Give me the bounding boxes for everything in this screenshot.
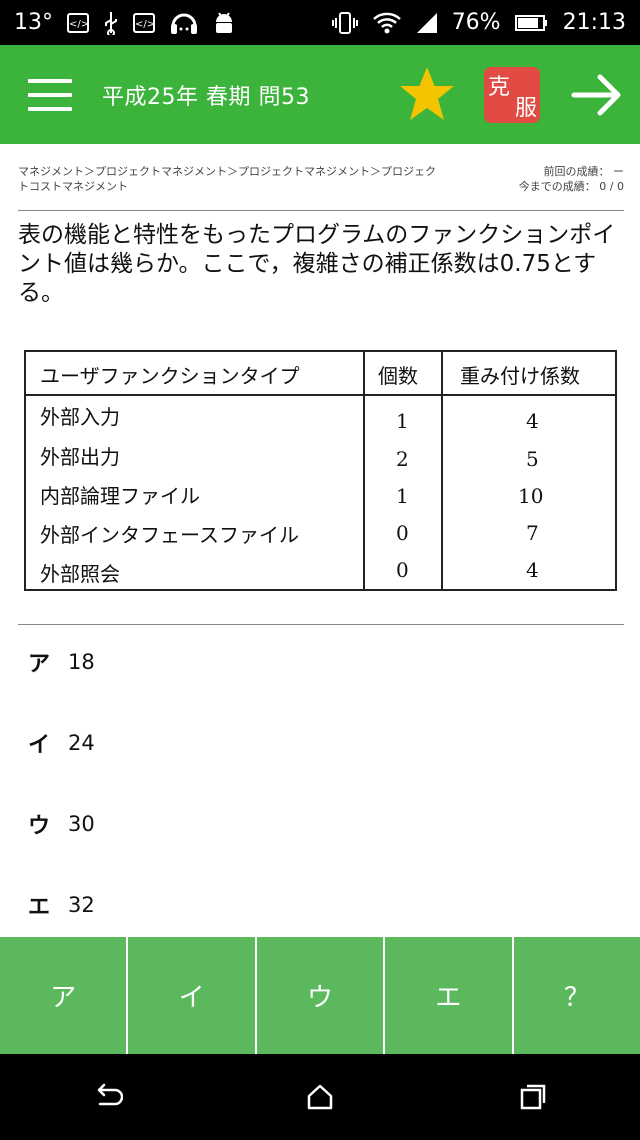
table-cell: 4 <box>526 558 539 582</box>
temperature-text: 13° <box>14 10 53 35</box>
table-cell: 1 <box>396 409 409 433</box>
table-cell: 7 <box>526 521 539 545</box>
answer-button-u[interactable]: ウ <box>256 937 384 1054</box>
choice-value: 32 <box>68 893 95 917</box>
answer-button-i[interactable]: イ <box>128 937 255 1054</box>
code-icon: </> <box>67 12 89 33</box>
recent-apps-icon[interactable] <box>517 1081 549 1113</box>
table-cell: 0 <box>396 558 409 582</box>
answer-button-bar: ア イ ウ エ ？ <box>0 937 640 1054</box>
status-bar: 13° </> </> 76% 21:13 <box>0 0 640 45</box>
app-actions: 克 服 <box>396 64 640 126</box>
previous-score: 前回の成績： ー <box>543 165 625 178</box>
status-bar-left: 13° </> </> <box>14 10 235 36</box>
score-block: 前回の成績： ー 今までの成績： 0 / 0 <box>519 164 624 210</box>
home-icon[interactable] <box>304 1081 336 1113</box>
headset-icon <box>169 10 199 36</box>
table-divider <box>441 352 443 589</box>
table-cell: 0 <box>396 521 409 545</box>
conquer-label-top: 克 <box>488 74 511 100</box>
table-cell: 4 <box>526 409 539 433</box>
android-icon <box>213 10 235 36</box>
conquer-button[interactable]: 克 服 <box>484 66 540 123</box>
table-cell: 内部論理ファイル <box>40 484 200 508</box>
choice-label: イ <box>28 733 51 758</box>
answer-button-e[interactable]: エ <box>385 937 512 1054</box>
choice-label: ア <box>28 652 51 677</box>
table-cell: 5 <box>526 447 539 471</box>
system-nav-bar <box>0 1054 640 1140</box>
breadcrumb-row: マネジメント＞プロジェクトマネジメント＞プロジェクトマネジメント＞プロジェク ト… <box>18 164 624 210</box>
back-icon[interactable] <box>91 1081 123 1113</box>
choice-label: ウ <box>28 814 51 839</box>
vibrate-icon <box>331 11 358 35</box>
choice-value: 24 <box>68 731 95 755</box>
table-header: ユーザファンクションタイプ <box>40 364 300 388</box>
divider <box>18 624 624 625</box>
breadcrumb-line: トコストマネジメント <box>18 180 128 193</box>
wifi-icon <box>372 10 402 36</box>
clock-time: 21:13 <box>562 10 626 35</box>
table-cell: 外部インタフェースファイル <box>40 523 299 547</box>
table-cell: 1 <box>396 484 409 508</box>
choice-value: 18 <box>68 650 95 674</box>
breadcrumb: マネジメント＞プロジェクトマネジメント＞プロジェクトマネジメント＞プロジェク ト… <box>18 164 498 210</box>
table-header: 重み付け係数 <box>460 364 580 388</box>
table-cell: 2 <box>396 447 409 471</box>
menu-icon[interactable] <box>28 78 72 111</box>
answer-button-a[interactable]: ア <box>0 937 127 1054</box>
choice-value: 30 <box>68 812 95 836</box>
table-divider <box>363 352 365 589</box>
page-title: 平成25年 春期 問53 <box>102 84 310 110</box>
arrow-right-icon[interactable] <box>570 73 624 117</box>
signal-icon <box>416 12 438 34</box>
breadcrumb-line: マネジメント＞プロジェクトマネジメント＞プロジェクトマネジメント＞プロジェク <box>18 165 436 178</box>
choice-a: ア 18 <box>28 646 95 678</box>
choice-i: イ 24 <box>28 727 95 759</box>
table-cell: 外部照会 <box>40 562 120 586</box>
table-cell: 10 <box>518 484 544 508</box>
star-icon[interactable] <box>396 64 458 126</box>
app-bar: 平成25年 春期 問53 克 服 <box>0 45 640 144</box>
choice-u: ウ 30 <box>28 808 95 840</box>
battery-icon <box>514 14 549 32</box>
divider <box>18 210 624 211</box>
table-header: 個数 <box>378 364 418 388</box>
table-divider <box>26 394 615 396</box>
usb-icon <box>103 11 119 35</box>
question-text: 表の機能と特性をもったプログラムのファンクションポイント値は幾らか。ここで，複雑… <box>18 222 616 306</box>
battery-percent: 76% <box>451 10 501 35</box>
answer-button-unknown[interactable]: ？ <box>513 937 640 1054</box>
table-cell: 外部出力 <box>40 445 120 469</box>
conquer-label-bottom: 服 <box>514 95 537 121</box>
total-score: 今までの成績： 0 / 0 <box>518 180 624 193</box>
status-bar-right: 76% 21:13 <box>331 10 626 36</box>
code-icon: </> <box>133 12 155 33</box>
choice-e: エ 32 <box>28 889 95 921</box>
choice-label: エ <box>28 895 51 920</box>
function-type-table: ユーザファンクションタイプ 個数 重み付け係数 外部入力 1 4 外部出力 2 … <box>24 350 617 591</box>
table-cell: 外部入力 <box>40 405 120 429</box>
